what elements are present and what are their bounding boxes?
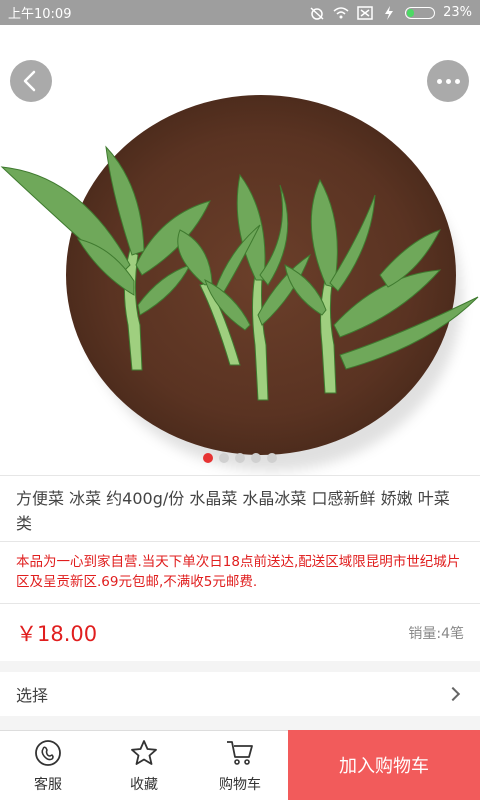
delivery-notice: 本品为一心到家自营.当天下单次日18点前送达,配送区域限昆明市世纪城片区及呈贡新… xyxy=(0,541,480,603)
more-dot-icon xyxy=(436,78,442,84)
star-icon xyxy=(131,739,157,765)
shopping-cart-label: 购物车 xyxy=(219,776,261,793)
battery-percent: 23% xyxy=(443,5,472,20)
carousel-dot[interactable] xyxy=(267,453,277,463)
select-options-row[interactable]: 选择 xyxy=(0,672,480,716)
chevron-left-icon xyxy=(23,70,36,92)
cart-icon xyxy=(227,740,253,765)
select-label: 选择 xyxy=(16,686,49,705)
ice-plant-illustration xyxy=(0,145,479,401)
more-dot-icon xyxy=(454,78,460,84)
sales-count: 销量:4笔 xyxy=(408,625,464,642)
carousel-dot[interactable] xyxy=(251,453,261,463)
price-row: ￥18.00 销量:4笔 xyxy=(0,603,480,661)
more-options-button[interactable] xyxy=(427,60,469,102)
status-icons: 23% xyxy=(309,5,472,20)
status-time: 上午10:09 xyxy=(8,7,72,22)
chevron-right-icon xyxy=(445,686,461,702)
charging-icon xyxy=(385,5,394,20)
wifi-icon xyxy=(333,6,349,18)
customer-service-tab[interactable]: 客服 xyxy=(0,731,96,800)
customer-service-label: 客服 xyxy=(34,776,62,793)
shopping-cart-tab[interactable]: 购物车 xyxy=(192,731,288,800)
product-price: ￥18.00 xyxy=(16,621,98,646)
headset-icon xyxy=(35,739,61,766)
status-bar: 上午10:09 23% xyxy=(0,0,480,25)
sim-icon xyxy=(357,5,373,20)
favorite-tab[interactable]: 收藏 xyxy=(96,731,192,800)
favorite-label: 收藏 xyxy=(130,776,158,793)
more-dot-icon xyxy=(445,78,451,84)
carousel-dot[interactable] xyxy=(203,453,213,463)
add-to-cart-button[interactable]: 加入购物车 xyxy=(288,730,480,800)
battery-icon xyxy=(405,6,436,19)
carousel-dot[interactable] xyxy=(235,453,245,463)
carousel-indicators xyxy=(0,453,480,463)
back-button[interactable] xyxy=(10,60,52,102)
product-image-carousel[interactable] xyxy=(0,25,480,475)
alarm-off-icon xyxy=(310,6,324,20)
product-title: 方便菜 冰菜 约400g/份 水晶菜 水晶冰菜 口感新鲜 娇嫩 叶菜类 xyxy=(0,475,480,541)
carousel-dot[interactable] xyxy=(219,453,229,463)
